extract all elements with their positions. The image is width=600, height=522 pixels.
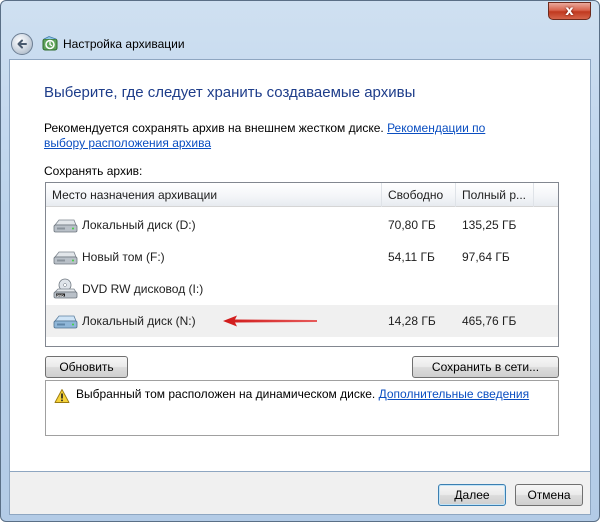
cancel-button[interactable]: Отмена bbox=[515, 484, 583, 506]
hard-drive-icon bbox=[53, 251, 78, 265]
column-header-total[interactable]: Полный р... bbox=[456, 183, 534, 207]
save-network-button[interactable]: Сохранить в сети... bbox=[412, 356, 559, 378]
info-text: Выбранный том расположен на динамическом… bbox=[76, 387, 376, 401]
drive-name: Новый том (F:) bbox=[82, 250, 165, 264]
page-heading: Выберите, где следует хранить создаваемы… bbox=[44, 84, 416, 101]
drive-total: 97,64 ГБ bbox=[462, 250, 510, 264]
drive-name: Локальный диск (D:) bbox=[82, 218, 196, 232]
drive-free: 70,80 ГБ bbox=[388, 218, 436, 232]
hard-drive-icon bbox=[53, 219, 78, 233]
drive-name: Локальный диск (N:) bbox=[82, 314, 196, 328]
content-panel: Выберите, где следует хранить создаваемы… bbox=[9, 59, 591, 472]
backup-settings-window: x Настройка архивации Выберите, где след… bbox=[0, 0, 600, 522]
red-arrow-annotation bbox=[223, 315, 317, 327]
window-title: Настройка архивации bbox=[63, 37, 185, 51]
close-icon: x bbox=[565, 3, 574, 19]
destination-table: Место назначения архивации Свободно Полн… bbox=[45, 182, 559, 347]
back-button[interactable] bbox=[11, 33, 33, 55]
more-info-link[interactable]: Дополнительные сведения bbox=[379, 387, 529, 401]
table-row[interactable]: DVD DVD RW дисковод (I:) bbox=[46, 273, 558, 305]
table-row[interactable]: Новый том (F:) 54,11 ГБ 97,64 ГБ bbox=[46, 241, 558, 273]
recommendation-text: Рекомендуется сохранять архив на внешнем… bbox=[44, 121, 514, 151]
table-row[interactable]: Локальный диск (D:) 70,80 ГБ 135,25 ГБ bbox=[46, 209, 558, 241]
next-button[interactable]: Далее bbox=[438, 484, 506, 506]
dvd-drive-icon: DVD bbox=[53, 278, 78, 299]
drive-free: 14,28 ГБ bbox=[388, 314, 436, 328]
hard-drive-icon bbox=[53, 315, 78, 329]
svg-text:DVD: DVD bbox=[57, 293, 65, 297]
save-archive-label: Сохранять архив: bbox=[44, 164, 143, 178]
title-bar: x Настройка архивации bbox=[1, 1, 599, 59]
column-header-destination[interactable]: Место назначения архивации bbox=[46, 183, 382, 207]
info-message: Выбранный том расположен на динамическом… bbox=[76, 387, 529, 401]
drive-total: 135,25 ГБ bbox=[462, 218, 517, 232]
table-row[interactable]: Локальный диск (N:) 14,28 ГБ 465,76 ГБ bbox=[46, 305, 558, 337]
drive-free: 54,11 ГБ bbox=[388, 250, 435, 264]
table-header: Место назначения архивации Свободно Полн… bbox=[46, 183, 558, 207]
back-arrow-icon bbox=[17, 39, 27, 49]
warning-icon bbox=[54, 389, 70, 403]
dialog-footer: Далее Отмена bbox=[9, 472, 591, 515]
recommendation-label: Рекомендуется сохранять архив на внешнем… bbox=[44, 121, 384, 135]
backup-app-icon bbox=[42, 36, 58, 51]
info-panel: Выбранный том расположен на динамическом… bbox=[45, 380, 559, 436]
refresh-button[interactable]: Обновить bbox=[45, 356, 128, 378]
close-button[interactable]: x bbox=[548, 2, 591, 20]
drive-name: DVD RW дисковод (I:) bbox=[82, 282, 204, 296]
column-header-free[interactable]: Свободно bbox=[382, 183, 456, 207]
drive-total: 465,76 ГБ bbox=[462, 314, 517, 328]
